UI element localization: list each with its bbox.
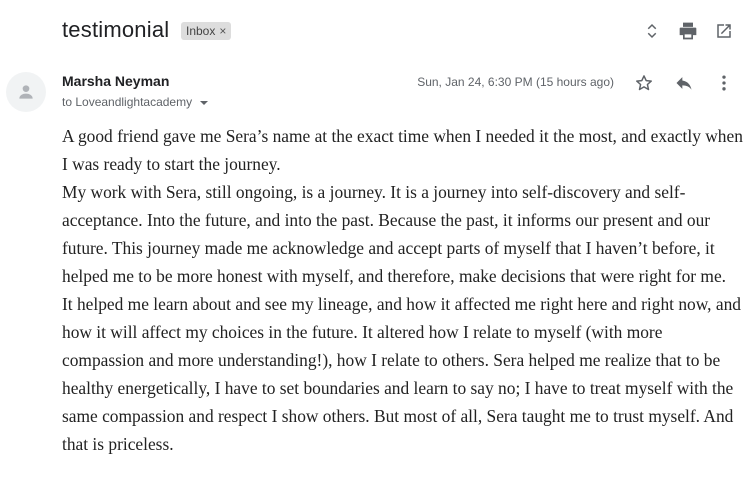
print-icon[interactable] [676, 19, 700, 43]
more-vert-icon[interactable] [712, 71, 736, 95]
subject-row: testimonial Inbox × [0, 0, 752, 62]
body-paragraph: A good friend gave me Sera’s name at the… [62, 126, 743, 174]
message-body: A good friend gave me Sera’s name at the… [62, 122, 746, 458]
person-icon [19, 85, 33, 99]
inbox-label-chip[interactable]: Inbox × [181, 22, 232, 40]
star-icon[interactable] [632, 71, 656, 95]
body-paragraph: My work with Sera, still ongoing, is a j… [62, 182, 727, 286]
label-text: Inbox [186, 24, 216, 38]
chevron-down-icon[interactable] [200, 100, 209, 105]
open-in-new-icon[interactable] [712, 19, 736, 43]
sender-avatar[interactable] [6, 72, 46, 112]
reply-icon[interactable] [672, 71, 696, 95]
recipient-text: to Loveandlightacademy [62, 95, 193, 109]
unfold-more-icon[interactable] [640, 19, 664, 43]
body-paragraph: It helped me learn about and see my line… [62, 294, 741, 454]
sender-name[interactable]: Marsha Neyman [62, 73, 169, 89]
message-date: Sun, Jan 24, 6:30 PM (15 hours ago) [417, 75, 614, 89]
email-subject: testimonial [62, 17, 170, 42]
remove-label-icon[interactable]: × [219, 24, 226, 38]
recipient-line[interactable]: to Loveandlightacademy [62, 95, 209, 109]
